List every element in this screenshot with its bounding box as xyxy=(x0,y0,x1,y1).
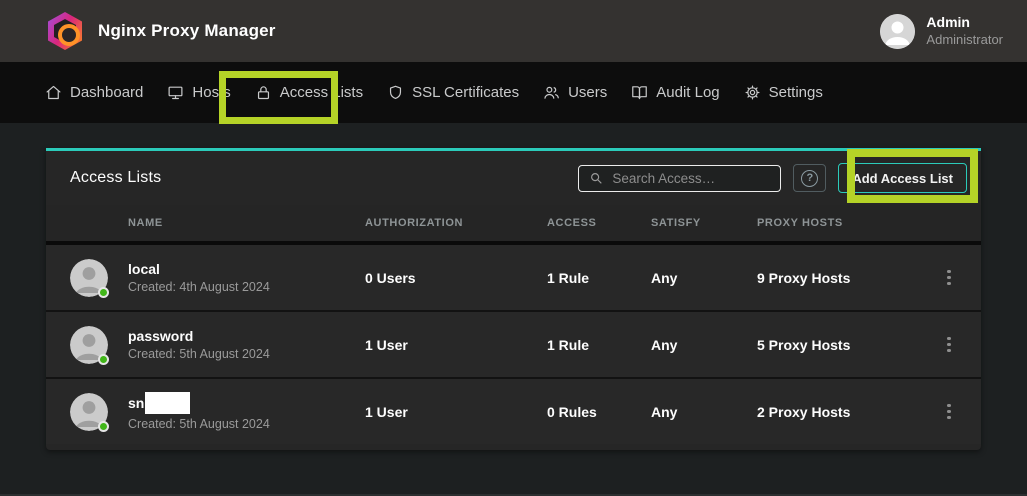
nav-item-settings[interactable]: Settings xyxy=(744,84,823,101)
search-icon xyxy=(589,171,603,185)
nav-label: Access Lists xyxy=(280,84,363,101)
actions-cell xyxy=(925,266,973,290)
nav-item-ssl-certificates[interactable]: SSL Certificates xyxy=(387,84,519,101)
users-icon xyxy=(543,84,560,101)
name-cell: local Created: 4th August 2024 xyxy=(128,261,365,294)
shield-icon xyxy=(387,84,404,101)
nav-item-dashboard[interactable]: Dashboard xyxy=(45,84,143,101)
home-icon xyxy=(45,84,62,101)
nav-label: Hosts xyxy=(192,84,230,101)
created-date: Created: 5th August 2024 xyxy=(128,347,365,361)
col-header-satisfy: SATISFY xyxy=(651,217,757,229)
avatar-cell xyxy=(70,393,128,431)
satisfy-cell: Any xyxy=(651,270,757,286)
nav-item-hosts[interactable]: Hosts xyxy=(167,84,230,101)
page: Nginx Proxy Manager Admin Administrator … xyxy=(0,0,1027,496)
question-circle-icon: ? xyxy=(801,170,818,187)
col-header-name: NAME xyxy=(128,217,365,229)
access-list-name: local xyxy=(128,261,160,277)
created-date: Created: 4th August 2024 xyxy=(128,280,365,294)
row-menu-kebab-icon[interactable] xyxy=(925,400,973,424)
status-online-dot xyxy=(98,354,109,365)
lock-icon xyxy=(255,84,272,101)
actions-cell xyxy=(925,400,973,424)
monitor-icon xyxy=(167,84,184,101)
satisfy-cell: Any xyxy=(651,337,757,353)
access-lists-panel: Access Lists ? Add Access List NAME AUTH… xyxy=(46,148,981,450)
nav-item-access-lists[interactable]: Access Lists xyxy=(255,84,363,101)
table-row-password[interactable]: password Created: 5th August 2024 1 User… xyxy=(46,312,981,377)
access-cell: 0 Rules xyxy=(547,404,651,420)
help-button[interactable]: ? xyxy=(793,164,826,192)
person-icon xyxy=(880,14,915,49)
avatar-cell xyxy=(70,326,128,364)
authorization-cell: 1 User xyxy=(365,337,547,353)
avatar-cell xyxy=(70,259,128,297)
avatar xyxy=(70,393,108,431)
satisfy-cell: Any xyxy=(651,404,757,420)
app-title: Nginx Proxy Manager xyxy=(98,21,276,41)
col-header-proxy-hosts: PROXY HOSTS xyxy=(757,217,925,229)
user-menu[interactable]: Admin Administrator xyxy=(880,14,1003,49)
status-online-dot xyxy=(98,421,109,432)
avatar xyxy=(70,259,108,297)
access-cell: 1 Rule xyxy=(547,270,651,286)
npm-logo-icon[interactable] xyxy=(48,12,82,50)
main-nav: Dashboard Hosts Access Lists SSL Certifi… xyxy=(0,62,1027,123)
name-cell: sn Created: 5th August 2024 xyxy=(128,392,365,431)
user-name: Admin xyxy=(926,14,1003,32)
authorization-cell: 1 User xyxy=(365,404,547,420)
proxy-hosts-cell: 5 Proxy Hosts xyxy=(757,337,925,353)
col-header-authorization: AUTHORIZATION xyxy=(365,217,547,229)
proxy-hosts-cell: 2 Proxy Hosts xyxy=(757,404,925,420)
avatar xyxy=(70,326,108,364)
table-row-sn[interactable]: sn Created: 5th August 2024 1 User 0 Rul… xyxy=(46,379,981,444)
nav-label: SSL Certificates xyxy=(412,84,519,101)
nav-label: Users xyxy=(568,84,607,101)
nav-label: Audit Log xyxy=(656,84,719,101)
nav-label: Dashboard xyxy=(70,84,143,101)
status-online-dot xyxy=(98,287,109,298)
search-box[interactable] xyxy=(578,165,781,192)
book-open-icon xyxy=(631,84,648,101)
access-list-name: sn xyxy=(128,395,144,411)
table-row-local[interactable]: local Created: 4th August 2024 0 Users 1… xyxy=(46,245,981,310)
actions-cell xyxy=(925,333,973,357)
panel-header: Access Lists ? Add Access List xyxy=(46,151,981,205)
redaction-box xyxy=(145,392,190,414)
name-cell: password Created: 5th August 2024 xyxy=(128,328,365,361)
gear-icon xyxy=(744,84,761,101)
user-avatar xyxy=(880,14,915,49)
add-access-list-button[interactable]: Add Access List xyxy=(838,163,967,193)
authorization-cell: 0 Users xyxy=(365,270,547,286)
user-role: Administrator xyxy=(926,32,1003,48)
proxy-hosts-cell: 9 Proxy Hosts xyxy=(757,270,925,286)
row-menu-kebab-icon[interactable] xyxy=(925,266,973,290)
nav-item-users[interactable]: Users xyxy=(543,84,607,101)
created-date: Created: 5th August 2024 xyxy=(128,417,365,431)
row-menu-kebab-icon[interactable] xyxy=(925,333,973,357)
table-header-row: NAME AUTHORIZATION ACCESS SATISFY PROXY … xyxy=(46,205,981,241)
panel-title: Access Lists xyxy=(70,169,161,187)
access-cell: 1 Rule xyxy=(547,337,651,353)
access-list-name: password xyxy=(128,328,193,344)
nav-item-audit-log[interactable]: Audit Log xyxy=(631,84,719,101)
nav-label: Settings xyxy=(769,84,823,101)
col-header-access: ACCESS xyxy=(547,217,651,229)
search-input[interactable] xyxy=(612,171,770,186)
top-header-bar: Nginx Proxy Manager Admin Administrator xyxy=(0,0,1027,62)
